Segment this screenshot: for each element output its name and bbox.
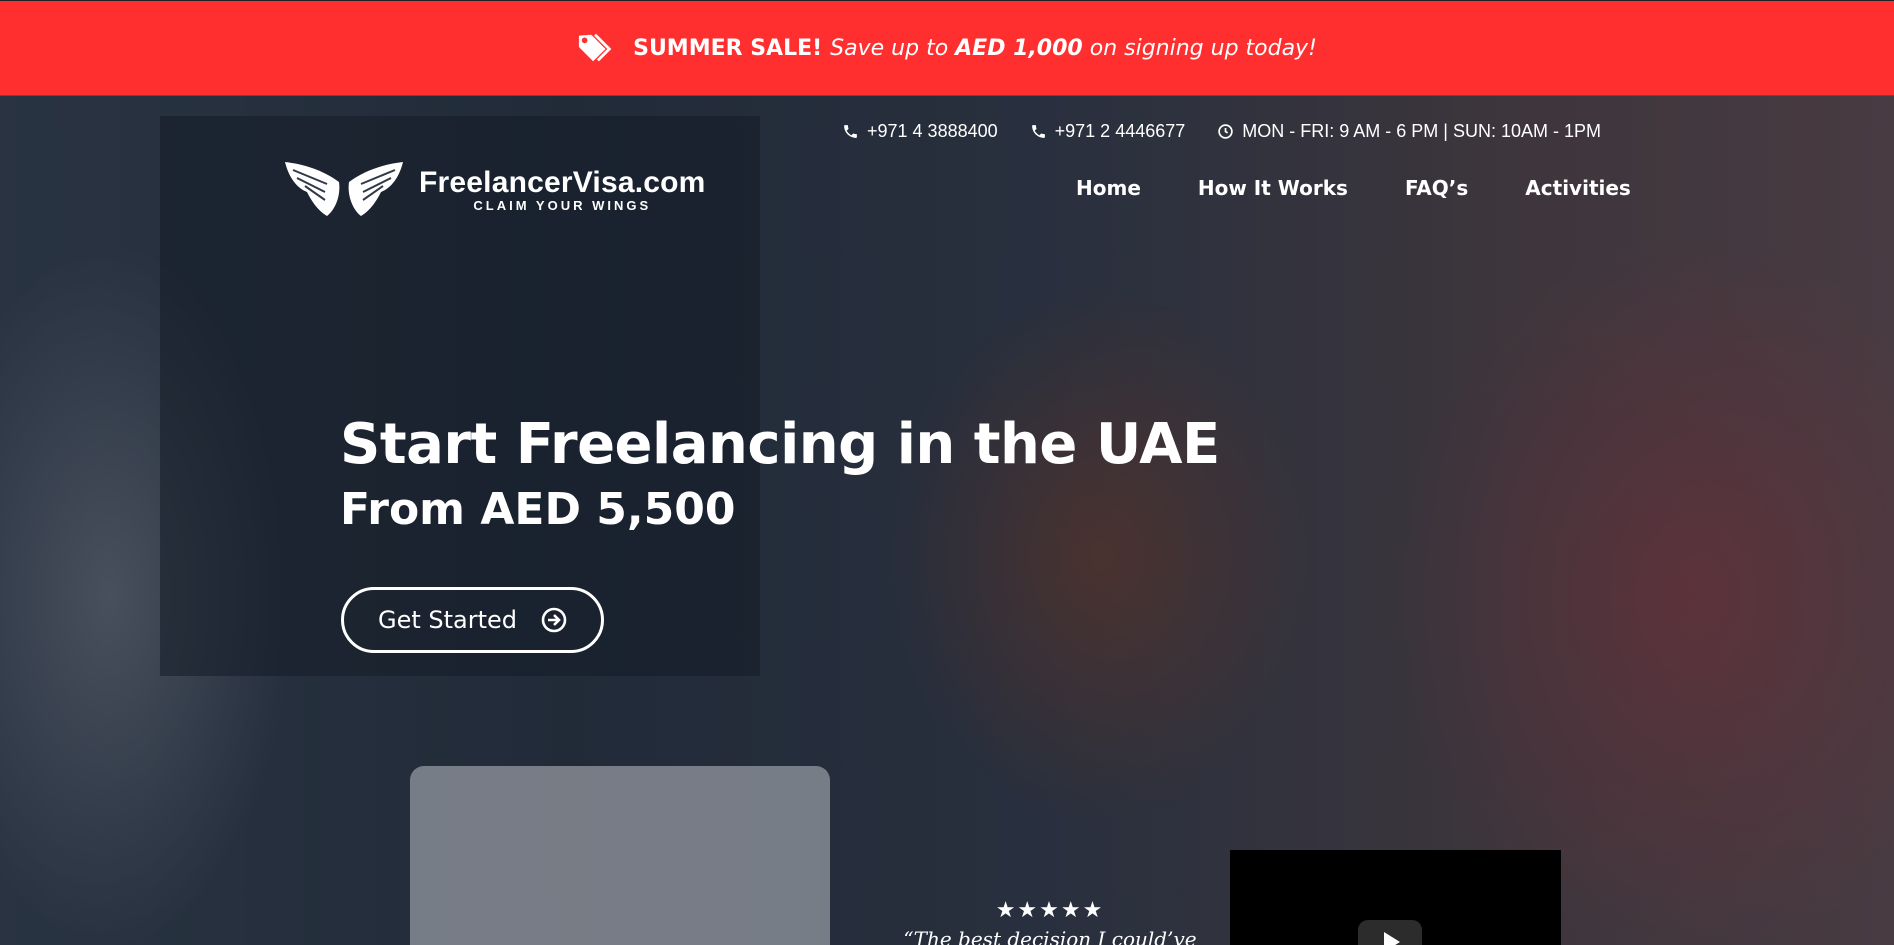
phone-contact-1[interactable]: +971 4 3888400 (842, 121, 998, 142)
promo-strong-text: SUMMER SALE! (633, 35, 823, 61)
contact-bar: +971 4 3888400 +971 2 4446677 MON - FRI:… (842, 121, 1601, 142)
tags-icon (578, 33, 612, 62)
nav-home[interactable]: Home (1076, 176, 1141, 200)
phone-icon (844, 125, 857, 138)
phone-contact-2[interactable]: +971 2 4446677 (1030, 121, 1186, 142)
promo-text-before: Save up to (830, 35, 949, 61)
testimonial: ★★★★★ “The best decision I could’ve (900, 898, 1200, 945)
hero-headline: Start Freelancing in the UAE (340, 412, 1220, 477)
hero-overlay (0, 96, 1894, 945)
arrow-circle-right-icon (541, 607, 567, 633)
phone-number-2: +971 2 4446677 (1054, 121, 1186, 141)
get-started-button[interactable]: Get Started (341, 587, 604, 653)
hero-subheadline: From AED 5,500 (340, 484, 736, 535)
nav-faqs[interactable]: FAQ’s (1405, 176, 1468, 200)
testimonial-quote: “The best decision I could’ve (903, 927, 1197, 945)
logo-slogan: CLAIM YOUR WINGS (473, 197, 652, 213)
promo-banner: SUMMER SALE! Save up to AED 1,000 on sig… (0, 0, 1894, 96)
hero-section: +971 4 3888400 +971 2 4446677 MON - FRI:… (0, 96, 1894, 945)
wings-logo-icon (285, 162, 403, 216)
site-logo[interactable]: FreelancerVisa.com CLAIM YOUR WINGS (283, 160, 706, 218)
get-started-label: Get Started (378, 606, 518, 634)
logo-brand-name: FreelancerVisa.com (419, 165, 706, 199)
opening-hours: MON - FRI: 9 AM - 6 PM | SUN: 10AM - 1PM (1217, 121, 1601, 142)
phone-icon (1031, 125, 1045, 138)
nav-activities[interactable]: Activities (1525, 176, 1631, 200)
hours-text: MON - FRI: 9 AM - 6 PM | SUN: 10AM - 1PM (1242, 121, 1602, 141)
video-player[interactable] (1230, 850, 1561, 945)
play-icon[interactable] (1358, 920, 1422, 945)
clock-icon (1218, 124, 1234, 139)
promo-text-after: on signing up today! (1089, 35, 1317, 61)
rating-stars: ★★★★★ (995, 898, 1105, 923)
phone-number-1: +971 4 3888400 (867, 121, 998, 141)
main-nav: Home How It Works FAQ’s Activities (1076, 176, 1631, 200)
promo-text: Save up to AED 1,000 on signing up today… (830, 36, 1317, 61)
promo-amount: AED 1,000 (955, 35, 1083, 61)
nav-how-it-works[interactable]: How It Works (1198, 176, 1348, 200)
